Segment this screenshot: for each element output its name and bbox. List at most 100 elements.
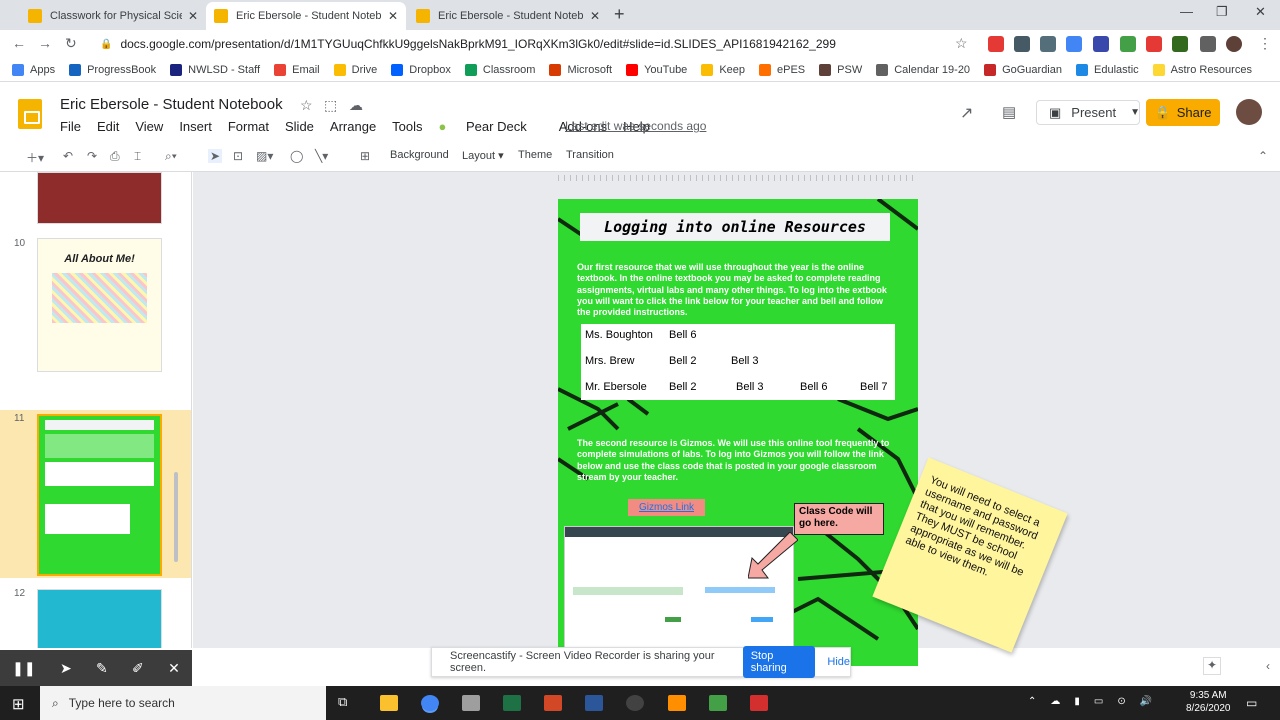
- system-tray-icons[interactable]: ⌃☁▮▭⊙🔊: [1028, 696, 1166, 707]
- reload-icon[interactable]: ↻: [65, 35, 77, 52]
- new-tab-button[interactable]: +: [614, 4, 625, 25]
- line-icon[interactable]: ╲▾: [315, 149, 328, 163]
- zoom-icon[interactable]: ⌕▾: [165, 149, 177, 164]
- maximize-icon[interactable]: ❐: [1216, 4, 1228, 20]
- bookmark-epes[interactable]: ePES: [759, 63, 805, 76]
- close-tab-icon[interactable]: ✕: [388, 9, 398, 23]
- redo-icon[interactable]: ↷: [87, 149, 97, 163]
- forward-icon[interactable]: →: [38, 35, 52, 51]
- slides-logo-icon[interactable]: [18, 99, 42, 129]
- bookmark-microsoft[interactable]: Microsoft: [549, 63, 612, 76]
- notifications-icon[interactable]: ▭: [1246, 696, 1257, 710]
- bookmark-dropbox[interactable]: Dropbox: [391, 63, 451, 76]
- cursor-icon[interactable]: ➤: [60, 660, 72, 677]
- new-slide-icon[interactable]: ＋▾: [26, 149, 44, 166]
- pause-icon[interactable]: ❚❚: [12, 660, 35, 677]
- close-tab-icon[interactable]: ✕: [188, 9, 198, 23]
- callout-arrow-icon[interactable]: [748, 532, 798, 580]
- menu-insert[interactable]: Insert: [179, 119, 212, 135]
- puzzle-icon[interactable]: [1200, 36, 1216, 52]
- app-icon[interactable]: [626, 695, 644, 711]
- bookmark-astro[interactable]: Astro Resources: [1152, 63, 1252, 76]
- menu-format[interactable]: Format: [228, 119, 269, 135]
- slide-filmstrip[interactable]: 10 All About Me! 11 12: [0, 172, 192, 648]
- chevron-down-icon[interactable]: ▼: [1130, 107, 1140, 118]
- collapse-toolbar-icon[interactable]: ⌃: [1258, 149, 1268, 163]
- menu-view[interactable]: View: [135, 119, 163, 135]
- adblock-extension-icon[interactable]: [988, 36, 1004, 52]
- menu-edit[interactable]: Edit: [97, 119, 119, 135]
- extension-icon[interactable]: [1014, 36, 1030, 52]
- comments-icon[interactable]: ▤: [1002, 103, 1016, 121]
- menu-arrange[interactable]: Arrange: [330, 119, 376, 135]
- bookmark-edulastic[interactable]: Edulastic: [1076, 63, 1139, 76]
- bookmark-apps[interactable]: Apps: [12, 63, 55, 76]
- taskbar-search-input[interactable]: ⌕ Type here to search: [40, 686, 326, 720]
- translate-extension-icon[interactable]: [1066, 36, 1082, 52]
- file-explorer-icon[interactable]: [380, 695, 398, 711]
- share-button[interactable]: 🔒 Share: [1146, 99, 1220, 126]
- bookmark-classroom[interactable]: Classroom: [464, 63, 535, 76]
- bookmark-youtube[interactable]: YouTube: [626, 63, 687, 76]
- shape-icon[interactable]: ◯: [290, 149, 303, 163]
- bookmark-keep[interactable]: Keep: [701, 63, 745, 76]
- powerpoint-icon[interactable]: [544, 695, 562, 711]
- present-button[interactable]: ▣ Present ▼: [1036, 100, 1140, 125]
- slide-thumbnail-11[interactable]: [37, 414, 162, 576]
- pen-icon[interactable]: ✎: [96, 660, 108, 677]
- side-panel-toggle-icon[interactable]: ‹: [1266, 659, 1270, 673]
- stop-sharing-button[interactable]: Stop sharing: [742, 646, 816, 678]
- minimize-icon[interactable]: —: [1180, 4, 1193, 19]
- extension-icon[interactable]: [1120, 36, 1136, 52]
- browser-tab-classwork[interactable]: Classwork for Physical Science B... ✕: [20, 2, 206, 30]
- acrobat-icon[interactable]: [750, 695, 768, 711]
- paint-format-icon[interactable]: ⌶: [134, 149, 141, 164]
- hide-button[interactable]: Hide: [827, 656, 850, 668]
- menu-tools[interactable]: Tools: [392, 119, 422, 135]
- settings-gear-icon[interactable]: [462, 695, 480, 711]
- extension-icon[interactable]: [1172, 36, 1188, 52]
- bookmark-goguardian[interactable]: GoGuardian: [984, 63, 1062, 76]
- highlighter-icon[interactable]: ✐: [132, 660, 144, 677]
- bookmark-email[interactable]: Email: [274, 63, 320, 76]
- slide-title[interactable]: Logging into online Resources: [580, 213, 890, 241]
- task-view-icon[interactable]: ⧉: [338, 694, 347, 710]
- document-title[interactable]: Eric Ebersole - Student Notebook: [60, 96, 283, 113]
- extension-icon[interactable]: [1093, 36, 1109, 52]
- address-bar[interactable]: 🔒 docs.google.com/presentation/d/1M1TYGU…: [92, 33, 978, 55]
- app-icon[interactable]: [709, 695, 727, 711]
- textbook-paragraph[interactable]: Our first resource that we will use thro…: [577, 262, 897, 318]
- slide-thumbnail-10[interactable]: All About Me!: [37, 238, 162, 372]
- comment-add-icon[interactable]: ⊞: [360, 149, 370, 163]
- transition-button[interactable]: Transition: [566, 149, 614, 161]
- chrome-icon[interactable]: [421, 695, 439, 711]
- menu-pear-deck[interactable]: ● Pear Deck: [439, 119, 543, 135]
- move-folder-icon[interactable]: ⬚: [324, 97, 337, 114]
- activity-trend-icon[interactable]: ↗: [960, 103, 973, 123]
- bell-schedule-table[interactable]: Ms. Boughton Bell 6 Mrs. Brew Bell 2 Bel…: [581, 324, 895, 400]
- slide-thumbnail-12[interactable]: [37, 589, 162, 648]
- profile-avatar[interactable]: [1226, 36, 1242, 52]
- image-icon[interactable]: ▨▾: [256, 149, 273, 163]
- text-box-icon[interactable]: ⊡: [233, 149, 243, 163]
- browser-tab-notebook[interactable]: Eric Ebersole - Student Notebook ✕: [408, 2, 608, 30]
- back-icon[interactable]: ←: [12, 35, 26, 51]
- browser-tab-notebook-active[interactable]: Eric Ebersole - Student Notebook ✕: [206, 2, 406, 30]
- gizmos-paragraph[interactable]: The second resource is Gizmos. We will u…: [577, 438, 899, 483]
- bookmark-calendar[interactable]: Calendar 19-20: [876, 63, 970, 76]
- menu-file[interactable]: File: [60, 119, 81, 135]
- close-tab-icon[interactable]: ✕: [590, 9, 600, 23]
- user-avatar[interactable]: [1236, 99, 1262, 125]
- select-cursor-icon[interactable]: ➤: [208, 149, 223, 163]
- class-code-callout[interactable]: Class Code will go here.: [794, 503, 884, 535]
- slide-thumbnail-9[interactable]: [37, 172, 162, 224]
- close-window-icon[interactable]: ✕: [1255, 4, 1266, 20]
- bookmark-nwlsd[interactable]: NWLSD - Staff: [170, 63, 260, 76]
- filmstrip-scrollbar[interactable]: [174, 472, 178, 562]
- star-icon[interactable]: ☆: [300, 97, 313, 114]
- gizmos-link[interactable]: Gizmos Link: [628, 499, 705, 516]
- extension-icon[interactable]: [1146, 36, 1162, 52]
- extension-icon[interactable]: [1040, 36, 1056, 52]
- background-button[interactable]: Background: [390, 149, 449, 161]
- taskbar-clock[interactable]: 9:35 AM 8/26/2020: [1186, 689, 1231, 715]
